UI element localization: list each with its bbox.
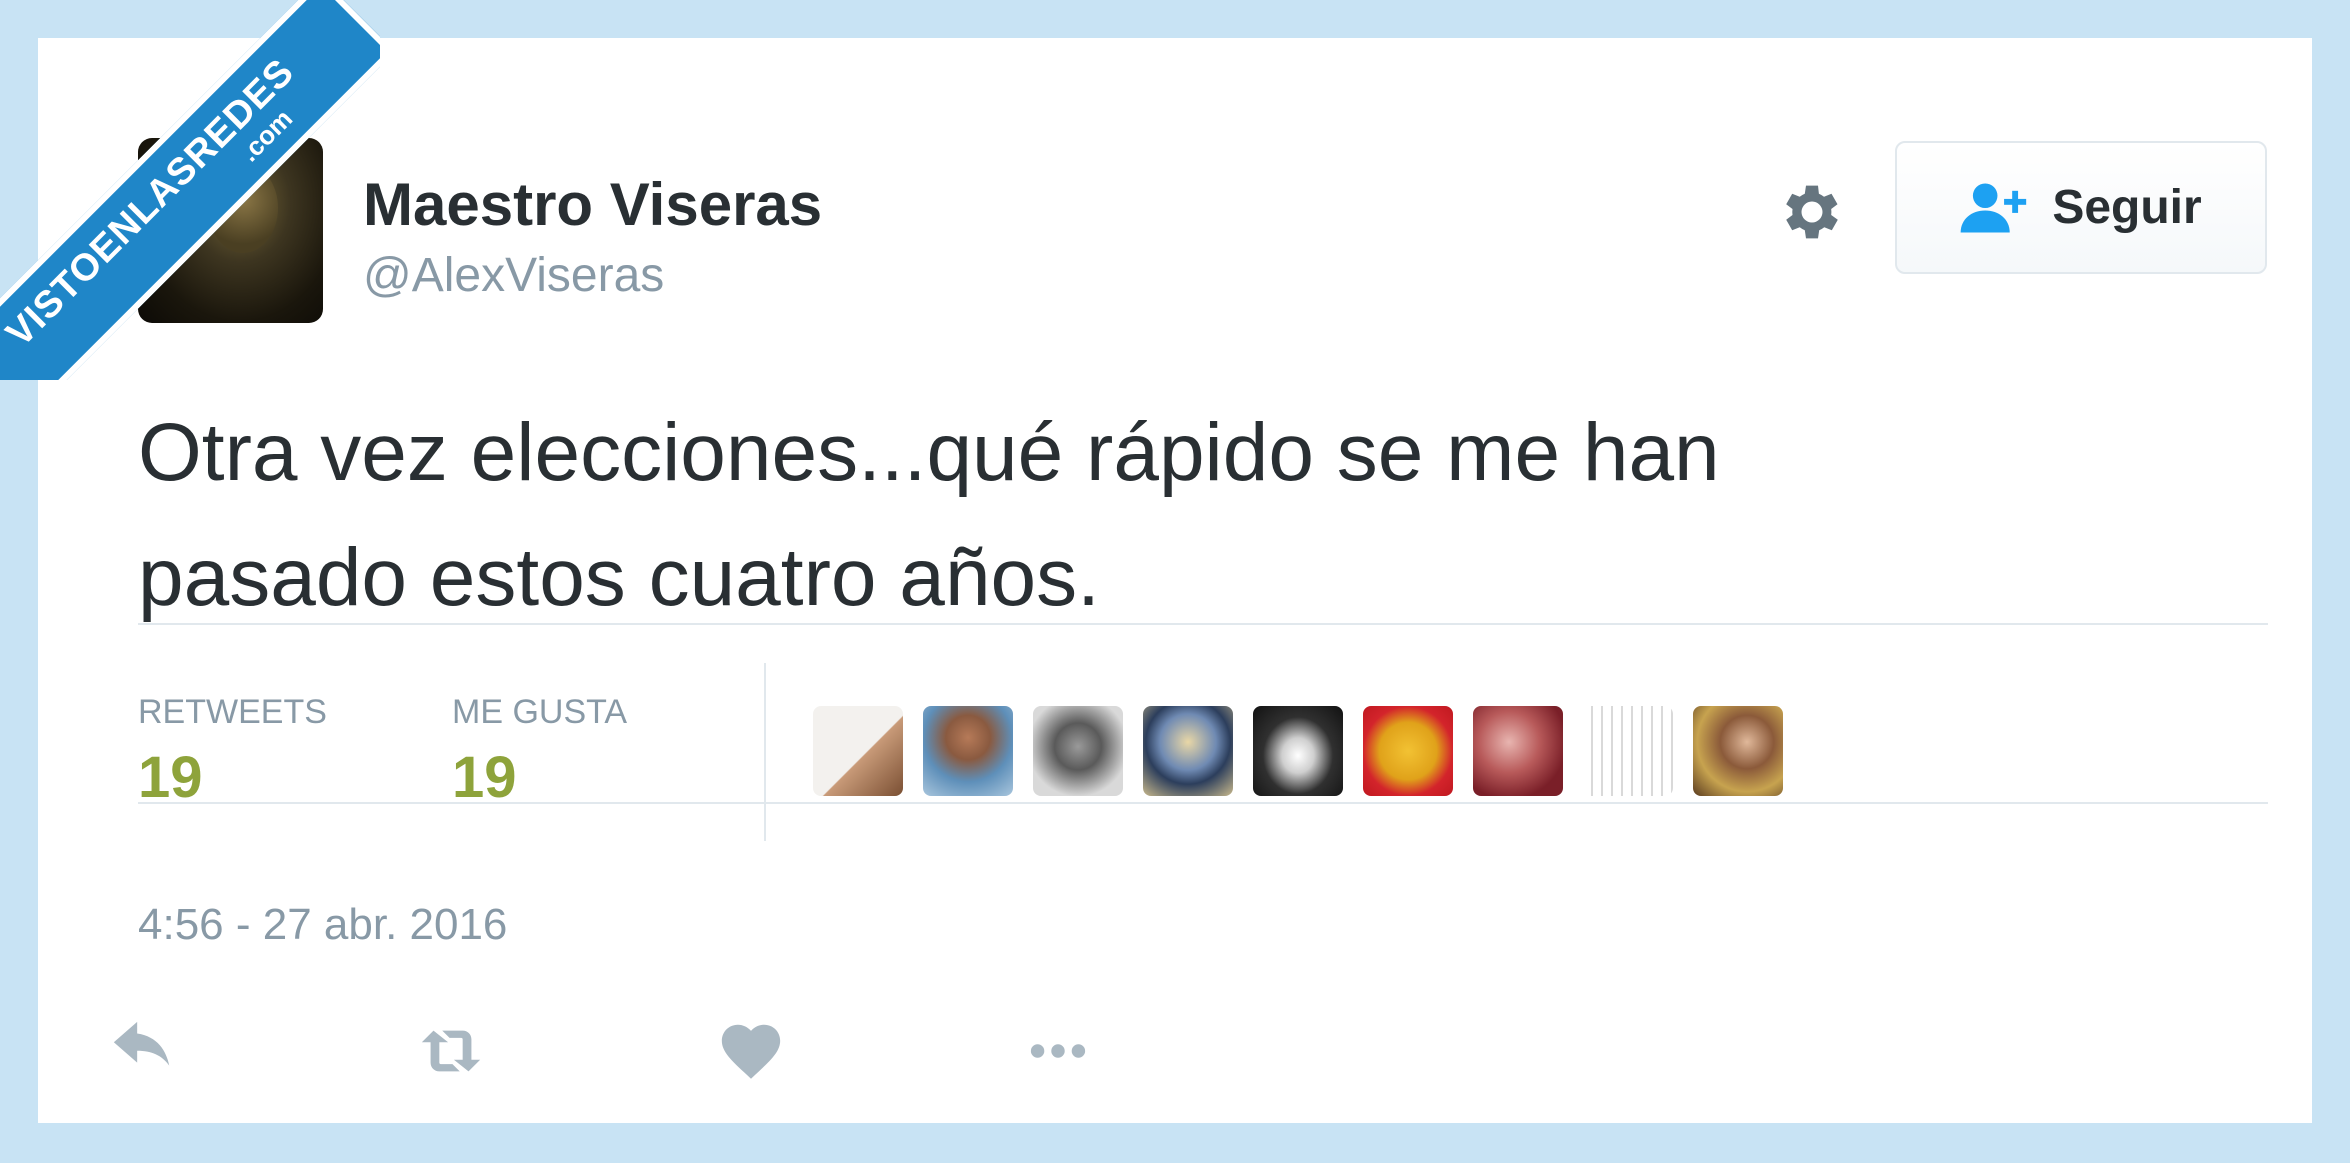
tweet-timestamp[interactable]: 4:56 - 27 abr. 2016 [138,900,507,950]
likes-label: ME GUSTA [452,693,628,731]
liker-avatar[interactable] [1253,706,1343,796]
liker-avatar[interactable] [1033,706,1123,796]
tweet-card: Maestro Viseras @AlexViseras Seguir Otra… [38,38,2312,1123]
more-icon[interactable] [1023,1016,1093,1086]
liker-avatar[interactable] [1693,706,1783,796]
add-user-icon [1960,182,2027,233]
follow-button[interactable]: Seguir [1895,141,2267,274]
user-handle[interactable]: @AlexViseras [363,248,664,303]
liker-avatar[interactable] [923,706,1013,796]
display-name[interactable]: Maestro Viseras [363,170,822,239]
liker-avatar[interactable] [1583,706,1673,796]
retweets-stat[interactable]: RETWEETS 19 [138,693,327,811]
gear-icon[interactable] [1776,176,1848,248]
retweets-count: 19 [138,745,203,810]
reply-icon[interactable] [108,1016,178,1086]
tweet-text: Otra vez elecciones...qué rápido se me h… [138,390,2238,640]
liker-avatar[interactable] [813,706,903,796]
retweet-icon[interactable] [416,1016,486,1086]
follow-button-label: Seguir [2052,181,2202,234]
liker-avatar[interactable] [1143,706,1233,796]
retweets-label: RETWEETS [138,693,327,731]
liker-avatar[interactable] [1363,706,1453,796]
likers-avatars [813,706,1783,796]
divider-top [138,623,2268,625]
likes-stat[interactable]: ME GUSTA 19 [452,693,627,811]
heart-icon[interactable] [716,1016,786,1086]
liker-avatar[interactable] [1473,706,1563,796]
stats-divider [764,663,766,841]
avatar[interactable] [138,138,323,323]
divider-bottom [138,802,2268,804]
likes-count: 19 [452,745,517,810]
tweet-text-line-1: Otra vez elecciones...qué rápido se me h… [138,407,1720,498]
tweet-text-line-2: pasado estos cuatro años. [138,532,1100,623]
